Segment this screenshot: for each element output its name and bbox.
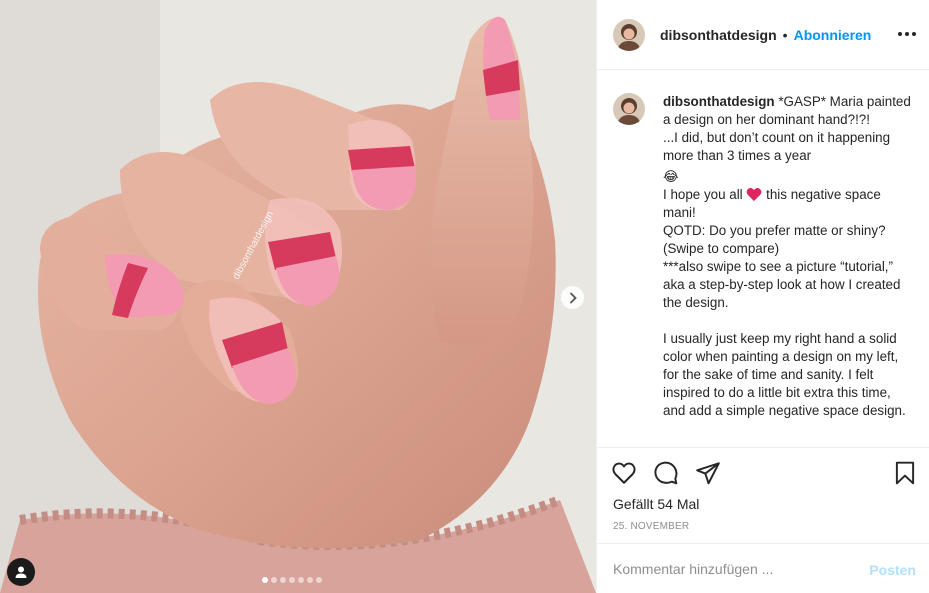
carousel-indicator: [262, 577, 322, 583]
caption-text: dibsonthatdesign *GASP* Maria painted a …: [663, 93, 913, 420]
nail-middle: [348, 120, 417, 211]
more-options-icon[interactable]: [898, 24, 916, 44]
carousel-dot: [316, 577, 322, 583]
caption-line: QOTD: Do you prefer matte or shiny? (Swi…: [663, 223, 890, 256]
bookmark-icon[interactable]: [892, 460, 918, 486]
likes-count[interactable]: Gefällt 54 Mal: [613, 496, 699, 512]
caption-line: I usually just keep my right hand a soli…: [663, 331, 906, 418]
carousel-dot: [289, 577, 295, 583]
caption-line: I hope you all: [663, 187, 743, 202]
caption-area: dibsonthatdesign *GASP* Maria painted a …: [597, 71, 929, 447]
post-photo: dibsonthatdesign: [0, 0, 596, 593]
comment-input[interactable]: [613, 558, 853, 580]
post-comment-button[interactable]: Posten: [869, 562, 916, 578]
post-media: dibsonthatdesign: [0, 0, 596, 593]
post-date[interactable]: 25. NOVEMBER: [613, 521, 689, 532]
carousel-dot: [298, 577, 304, 583]
caption-line: ...I did, but don’t count on it happenin…: [663, 130, 894, 163]
user-icon: [15, 566, 27, 578]
carousel-dot: [271, 577, 277, 583]
caption-username[interactable]: dibsonthatdesign: [663, 94, 775, 109]
avatar[interactable]: [613, 93, 645, 125]
post-username[interactable]: dibsonthatdesign: [660, 27, 777, 43]
carousel-dot: [280, 577, 286, 583]
header-separator: •: [782, 26, 788, 43]
chevron-right-icon: [569, 292, 577, 303]
post-sidebar: dibsonthatdesign • Abonnieren dibsonthat…: [596, 0, 929, 593]
follow-button[interactable]: Abonnieren: [794, 27, 872, 43]
post-actions: Gefällt 54 Mal 25. NOVEMBER: [597, 447, 929, 543]
post-header: dibsonthatdesign • Abonnieren: [597, 0, 929, 70]
carousel-next-button[interactable]: [560, 285, 585, 310]
caption-line: ***also swipe to see a picture “tutorial…: [663, 259, 905, 310]
comment-icon[interactable]: [653, 460, 679, 486]
share-icon[interactable]: [695, 460, 721, 486]
carousel-dot: [262, 577, 268, 583]
carousel-dot: [307, 577, 313, 583]
laughing-emoji: 😂: [663, 169, 679, 184]
tagged-users-button[interactable]: [7, 558, 35, 586]
heart-emoji-icon: [747, 187, 762, 201]
avatar[interactable]: [613, 18, 645, 51]
heart-icon[interactable]: [611, 460, 637, 486]
comment-bar: Posten: [597, 543, 929, 593]
